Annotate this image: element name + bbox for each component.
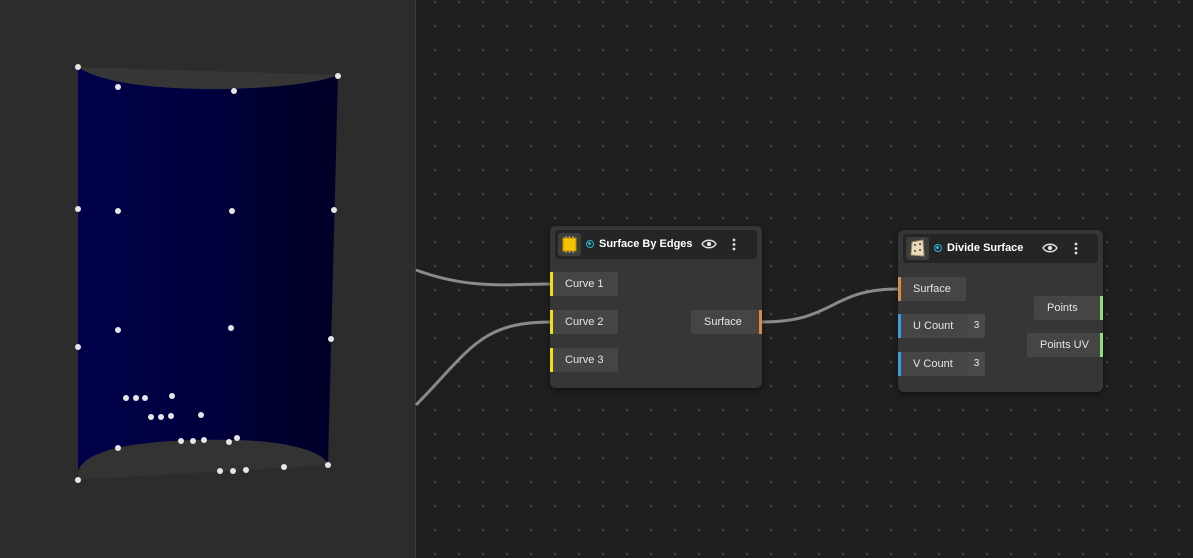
- port-label: U Count: [913, 320, 954, 332]
- node-title: Divide Surface: [947, 242, 1024, 254]
- more-options-icon[interactable]: [731, 237, 737, 252]
- eye-icon[interactable]: [1042, 242, 1058, 254]
- u-count-value[interactable]: 3: [968, 314, 985, 338]
- input-port-u-count[interactable]: U Count 3: [898, 314, 985, 338]
- port-connector[interactable]: [550, 348, 553, 372]
- port-label: Curve 3: [565, 354, 604, 366]
- node-surface-by-edges[interactable]: Surface By Edges Curve 1 Curve 2 Curve 3…: [550, 226, 762, 388]
- port-connector[interactable]: [1100, 296, 1103, 320]
- divide-surface-icon: [906, 237, 929, 260]
- 3d-viewport[interactable]: [0, 0, 415, 558]
- input-port-curve-3[interactable]: Curve 3: [550, 348, 618, 372]
- output-port-points[interactable]: Points: [1034, 296, 1103, 320]
- node-divide-surface[interactable]: Divide Surface Surface U Count 3 V Count…: [898, 230, 1103, 392]
- input-port-surface[interactable]: Surface: [898, 277, 966, 301]
- port-label: Surface: [704, 316, 742, 328]
- viewport-scene: [75, 64, 341, 483]
- eye-icon[interactable]: [701, 238, 717, 250]
- output-port-points-uv[interactable]: Points UV: [1027, 333, 1103, 357]
- input-port-curve-1[interactable]: Curve 1: [550, 272, 618, 296]
- input-port-v-count[interactable]: V Count 3: [898, 352, 985, 376]
- port-label: Points: [1047, 302, 1078, 314]
- port-connector[interactable]: [898, 352, 901, 376]
- more-options-icon[interactable]: [1073, 241, 1079, 256]
- chip-icon: [558, 233, 581, 256]
- port-connector[interactable]: [1100, 333, 1103, 357]
- port-label: V Count: [913, 358, 953, 370]
- input-port-curve-2[interactable]: Curve 2: [550, 310, 618, 334]
- output-port-surface[interactable]: Surface: [691, 310, 762, 334]
- port-label: Points UV: [1040, 339, 1089, 351]
- node-title: Surface By Edges: [599, 238, 693, 250]
- node-header[interactable]: Surface By Edges: [555, 230, 757, 259]
- generated-surface: [77, 67, 338, 480]
- port-label: Curve 1: [565, 278, 604, 290]
- port-label: Curve 2: [565, 316, 604, 328]
- v-count-value[interactable]: 3: [968, 352, 985, 376]
- port-connector[interactable]: [898, 277, 901, 301]
- port-connector[interactable]: [898, 314, 901, 338]
- port-connector[interactable]: [759, 310, 762, 334]
- port-connector[interactable]: [550, 310, 553, 334]
- port-connector[interactable]: [550, 272, 553, 296]
- port-label: Surface: [913, 283, 951, 295]
- status-indicator-icon[interactable]: [934, 244, 942, 252]
- node-header[interactable]: Divide Surface: [903, 234, 1098, 263]
- status-indicator-icon[interactable]: [586, 240, 594, 248]
